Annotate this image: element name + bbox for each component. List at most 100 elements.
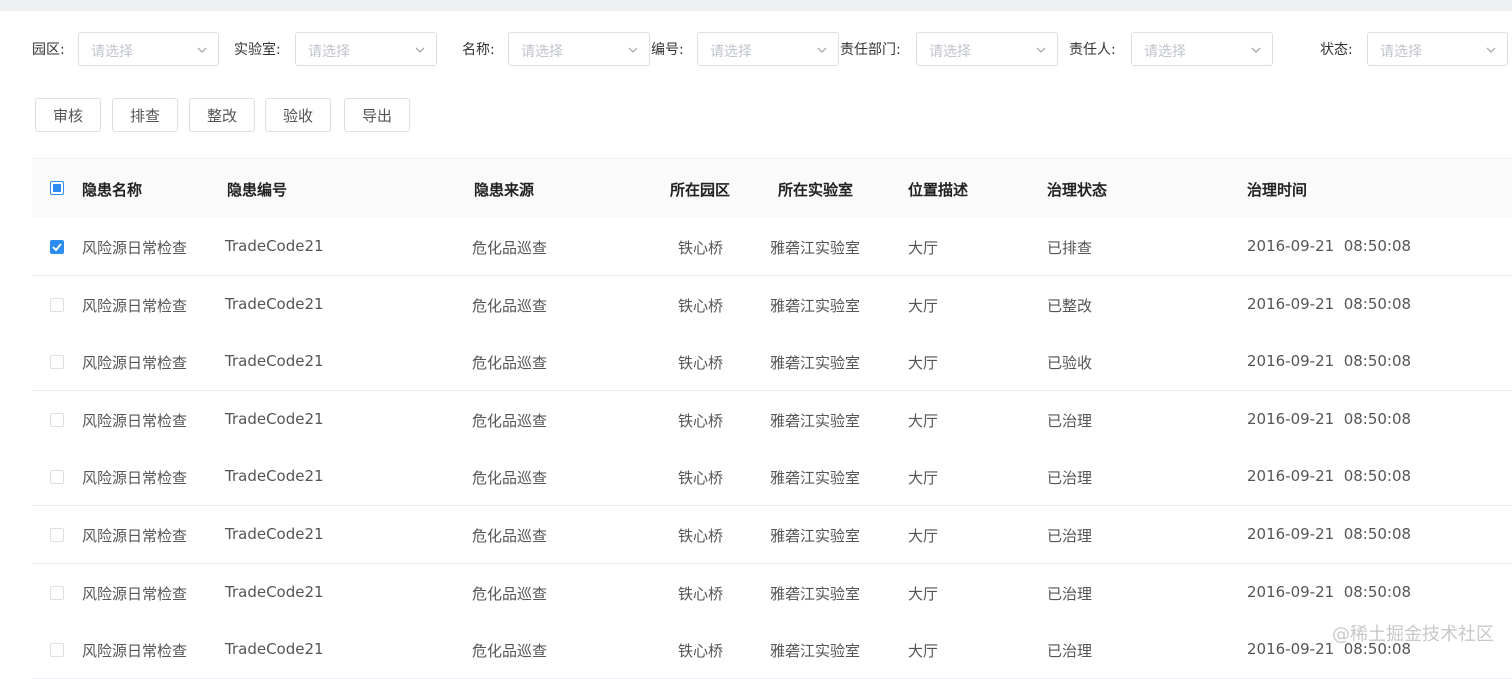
cell-name: 风险源日常检查: [82, 239, 188, 257]
cell-status: 已治理: [1047, 527, 1093, 545]
cell-campus: 铁心桥: [678, 411, 724, 430]
cell-source: 危化品巡查: [472, 411, 548, 430]
cell-status: 已治理: [1047, 411, 1093, 430]
cell-code: TradeCode21: [225, 352, 324, 371]
table-row[interactable]: 风险源日常检查 TradeCode21 危化品巡查 铁心桥 雅砻江实验室 大厅 已治理 201…: [32, 448, 1512, 507]
cell-code: TradeCode21: [225, 582, 324, 601]
filter-owner-placeholder: 请选择: [1144, 44, 1186, 60]
cell-name: 风险源日常检查: [82, 296, 188, 315]
rectify-button[interactable]: 整改: [189, 98, 255, 132]
column-header-name[interactable]: 隐患名称: [82, 179, 142, 200]
filter-name-placeholder: 请选择: [521, 44, 563, 60]
cell-lab: 雅砻江实验室: [770, 584, 861, 603]
chevron-down-icon: [628, 47, 638, 53]
table-row[interactable]: 风险源日常检查 TradeCode21 危化品巡查 铁心桥 雅砻江实验室 大厅 已整改 201…: [32, 275, 1512, 334]
select-all-checkbox[interactable]: [50, 181, 64, 195]
cell-code: TradeCode21: [225, 525, 324, 543]
row-checkbox[interactable]: [50, 470, 64, 485]
cell-location: 大厅: [908, 527, 939, 545]
cell-campus: 铁心桥: [678, 642, 724, 661]
cell-campus: 铁心桥: [678, 469, 724, 488]
filter-lab-select[interactable]: 请选择: [295, 32, 437, 66]
row-checkbox[interactable]: [50, 585, 64, 600]
filter-name-label-wrap: 名称:: [462, 32, 495, 66]
chevron-down-icon: [1251, 47, 1261, 53]
cell-code: TradeCode21: [225, 640, 324, 659]
filter-owner-label: 责任人:: [1069, 42, 1116, 58]
filter-lab-placeholder: 请选择: [308, 44, 350, 60]
inspect-button[interactable]: 排查: [112, 98, 178, 132]
cell-name: 风险源日常检查: [82, 469, 188, 488]
cell-status: 已验收: [1047, 354, 1093, 373]
cell-lab: 雅砻江实验室: [770, 411, 861, 430]
cell-source: 危化品巡查: [472, 354, 548, 373]
cell-campus: 铁心桥: [678, 354, 724, 373]
column-header-status[interactable]: 治理状态: [1047, 179, 1107, 200]
table-row[interactable]: 风险源日常检查 TradeCode21 危化品巡查 铁心桥 雅砻江实验室 大厅 已验收 201…: [32, 333, 1512, 392]
cell-code: TradeCode21: [225, 409, 324, 428]
filter-dept-select[interactable]: 请选择: [916, 32, 1058, 66]
row-checkbox[interactable]: [50, 297, 64, 312]
cell-lab: 雅砻江实验室: [770, 642, 861, 661]
cell-campus: 铁心桥: [678, 296, 724, 315]
filter-campus-select[interactable]: 请选择: [78, 32, 219, 66]
column-header-code[interactable]: 隐患编号: [227, 179, 287, 200]
cell-location: 大厅: [908, 411, 939, 430]
cell-source: 危化品巡查: [472, 642, 548, 661]
filter-code-select[interactable]: 请选择: [697, 32, 839, 66]
cell-status: 已治理: [1047, 642, 1093, 661]
export-button[interactable]: 导出: [344, 98, 410, 132]
table-row[interactable]: 风险源日常检查 TradeCode21 危化品巡查 铁心桥 雅砻江实验室 大厅 已治理 201…: [32, 390, 1512, 449]
column-header-time[interactable]: 治理时间: [1247, 179, 1307, 200]
column-header-campus[interactable]: 所在园区: [670, 179, 730, 200]
cell-source: 危化品巡查: [472, 584, 548, 603]
column-header-source[interactable]: 隐患来源: [474, 179, 534, 200]
check-icon: [52, 243, 62, 252]
filter-status-placeholder: 请选择: [1380, 44, 1422, 60]
filter-owner-label-wrap: 责任人:: [1069, 32, 1116, 66]
row-checkbox[interactable]: [50, 643, 64, 658]
filter-status-label: 状态:: [1320, 42, 1353, 58]
cell-source: 危化品巡查: [472, 296, 548, 315]
cell-name: 风险源日常检查: [82, 642, 188, 661]
filter-dept-label-wrap: 责任部门:: [840, 32, 901, 66]
row-checkbox[interactable]: [50, 355, 64, 370]
cell-location: 大厅: [908, 584, 939, 603]
column-header-location[interactable]: 位置描述: [908, 179, 968, 200]
row-checkbox[interactable]: [50, 528, 64, 542]
filter-owner-select[interactable]: 请选择: [1131, 32, 1273, 66]
cell-lab: 雅砻江实验室: [770, 354, 861, 373]
column-header-lab[interactable]: 所在实验室: [778, 179, 853, 200]
cell-lab: 雅砻江实验室: [770, 239, 861, 257]
table-row[interactable]: 风险源日常检查 TradeCode21 危化品巡查 铁心桥 雅砻江实验室 大厅 已排查 201…: [32, 218, 1512, 276]
filter-dept-label: 责任部门:: [840, 42, 901, 58]
row-checkbox[interactable]: [50, 240, 64, 254]
cell-time: 2016-09-21 08:50:08: [1247, 294, 1412, 313]
chevron-down-icon: [817, 47, 827, 53]
table-row[interactable]: 风险源日常检查 TradeCode21 危化品巡查 铁心桥 雅砻江实验室 大厅 已治理 201…: [32, 506, 1512, 564]
cell-status: 已整改: [1047, 296, 1093, 315]
filter-lab-label-wrap: 实验室:: [234, 32, 281, 66]
filter-campus-placeholder: 请选择: [91, 44, 133, 60]
cell-code: TradeCode21: [225, 294, 324, 313]
filter-code-label: 编号:: [651, 42, 684, 58]
filter-lab-label: 实验室:: [234, 42, 281, 58]
audit-button[interactable]: 审核: [35, 98, 101, 132]
accept-button[interactable]: 验收: [265, 98, 331, 132]
top-bar: [0, 0, 1512, 11]
cell-campus: 铁心桥: [678, 584, 724, 603]
cell-lab: 雅砻江实验室: [770, 469, 861, 488]
cell-status: 已治理: [1047, 469, 1093, 488]
table-row[interactable]: 风险源日常检查 TradeCode21 危化品巡查 铁心桥 雅砻江实验室 大厅 已治理 201…: [32, 621, 1512, 679]
filter-name-select[interactable]: 请选择: [508, 32, 650, 66]
cell-time: 2016-09-21 08:50:08: [1247, 237, 1412, 255]
table-header: 隐患名称 隐患编号 隐患来源 所在园区 所在实验室 位置描述 治理状态 治理时间: [32, 158, 1512, 219]
row-checkbox[interactable]: [50, 412, 64, 427]
filter-code-placeholder: 请选择: [710, 44, 752, 60]
filter-status-select[interactable]: 请选择: [1367, 32, 1508, 66]
chevron-down-icon: [415, 47, 425, 53]
filter-dept-placeholder: 请选择: [929, 44, 971, 60]
table-row[interactable]: 风险源日常检查 TradeCode21 危化品巡查 铁心桥 雅砻江实验室 大厅 已治理 201…: [32, 563, 1512, 622]
cell-name: 风险源日常检查: [82, 527, 188, 545]
cell-lab: 雅砻江实验室: [770, 527, 861, 545]
